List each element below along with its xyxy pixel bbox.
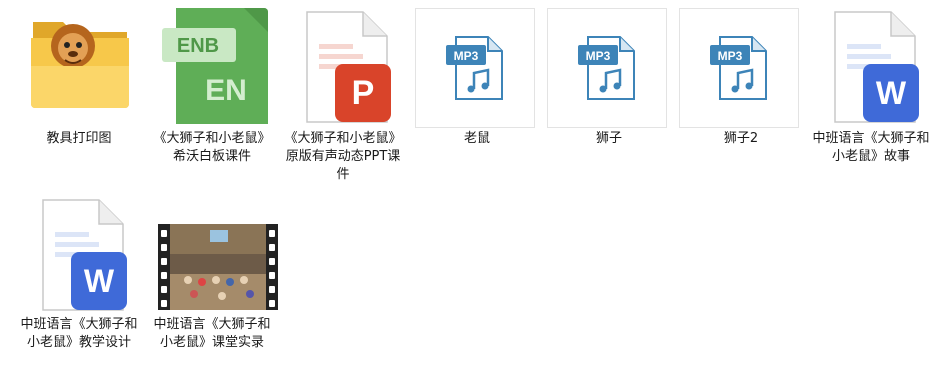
ppt-icon: P: [289, 8, 399, 128]
file-name: 狮子2: [723, 131, 759, 146]
file-item-mp3[interactable]: MP3 狮子: [547, 8, 671, 158]
file-name: 狮子: [595, 131, 622, 146]
enb-badge-text: ENB: [177, 35, 219, 57]
mp3-icon: MP3: [679, 8, 799, 128]
enb-icon: ENB EN: [158, 8, 268, 128]
file-grid: 教具打印图 ENB EN 《大狮子和小老鼠》希沃白板课件 P 《大狮子和小老鼠》…: [0, 0, 937, 385]
mp3-badge-text: MP3: [718, 49, 743, 63]
file-name: 中班语言《大狮子和小老鼠》故事: [812, 131, 930, 164]
mp3-badge-text: MP3: [586, 49, 611, 63]
file-name: 中班语言《大狮子和小老鼠》课堂实录: [153, 317, 271, 350]
file-item-ppt[interactable]: P 《大狮子和小老鼠》原版有声动态PPT课件: [281, 8, 405, 188]
mp3-icon: MP3: [547, 8, 667, 128]
mp3-badge-text: MP3: [454, 49, 479, 63]
file-item-word[interactable]: W 中班语言《大狮子和小老鼠》教学设计: [17, 196, 141, 376]
file-item-video[interactable]: 中班语言《大狮子和小老鼠》课堂实录: [150, 196, 278, 376]
file-item-folder[interactable]: 教具打印图: [17, 8, 141, 158]
file-name: 教具打印图: [46, 131, 112, 146]
file-name: 《大狮子和小老鼠》希沃白板课件: [153, 131, 271, 164]
word-badge-text: W: [84, 263, 115, 299]
en-badge-text: EN: [205, 74, 247, 107]
file-item-mp3[interactable]: MP3 老鼠: [415, 8, 539, 158]
folder-icon: [25, 8, 135, 128]
word-badge-text: W: [876, 75, 907, 111]
file-name: 《大狮子和小老鼠》原版有声动态PPT课件: [284, 131, 402, 182]
video-icon: [158, 196, 278, 316]
file-name: 中班语言《大狮子和小老鼠》教学设计: [20, 317, 138, 350]
mp3-icon: MP3: [415, 8, 535, 128]
ppt-badge-text: P: [352, 74, 375, 112]
file-item-enb[interactable]: ENB EN 《大狮子和小老鼠》希沃白板课件: [150, 8, 274, 188]
word-icon: W: [817, 8, 927, 128]
word-icon: W: [25, 196, 135, 316]
file-item-mp3[interactable]: MP3 狮子2: [679, 8, 803, 158]
file-name: 老鼠: [463, 131, 490, 146]
file-item-word[interactable]: W 中班语言《大狮子和小老鼠》故事: [809, 8, 933, 188]
